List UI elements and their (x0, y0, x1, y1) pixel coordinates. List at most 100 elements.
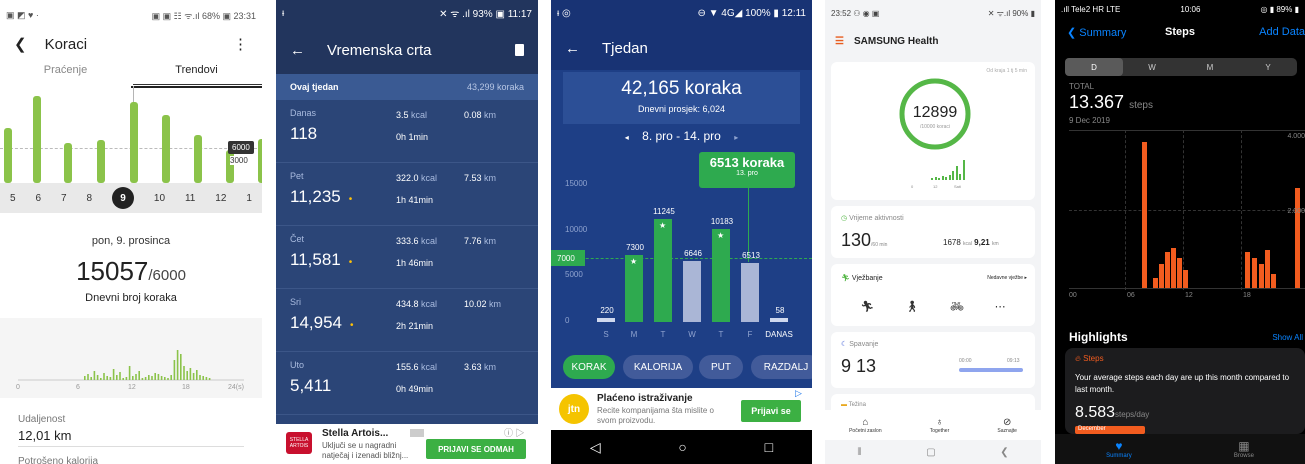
next-week-icon[interactable]: ▸ (734, 133, 738, 142)
day-8[interactable]: 8 (86, 193, 92, 204)
day-kcal: 322.0 kcal (396, 173, 438, 183)
hourly-bar (189, 368, 192, 380)
ad-choices-icon[interactable]: ▷ (795, 388, 802, 399)
trash-icon[interactable] (515, 44, 524, 56)
more-icon[interactable]: ⋯ (995, 300, 1006, 313)
ad-banner[interactable]: jtn Plaćeno istraživanje Recite kompanij… (551, 388, 812, 430)
day-row[interactable]: Uto 5,411 155.6 kcal 0h 49min 3.63 km (276, 352, 538, 415)
prev-week-icon[interactable]: ◂ (625, 133, 629, 142)
sleep-card[interactable]: ☾ Spavanje 9 13 00:00 09:13 (831, 332, 1035, 388)
tab-kalorija[interactable]: KALORIJA (623, 355, 693, 379)
day-row[interactable]: Čet 11,581 • 333.6 kcal 1h 46min 7.76 km (276, 226, 538, 289)
hourly-bar (167, 378, 169, 380)
seg-week[interactable]: W (1123, 58, 1181, 76)
day-bar[interactable] (97, 140, 105, 183)
tab-put[interactable]: PUT (699, 355, 743, 379)
tab-summary[interactable]: ♥ Summary (1106, 439, 1132, 459)
hour-bar[interactable] (1171, 248, 1176, 288)
nav-together[interactable]: ♁ Together (930, 417, 949, 434)
hour-bar[interactable] (1183, 270, 1188, 288)
exercise-card[interactable]: 🏃︎ Vježbanje Nedavne vježbe ▸ 🏃︎ 🚶︎ 🚲︎ ⋯ (831, 264, 1035, 326)
hour-bar[interactable] (1153, 278, 1158, 288)
nav-back-icon[interactable]: ◁ (590, 439, 601, 456)
bar-value: 10183 (710, 216, 734, 226)
bottom-nav: ⌂ Početni zaslon ♁ Together ⊘ Saznajte (825, 410, 1041, 440)
tab-korak[interactable]: KORAK (563, 355, 615, 379)
nav-discover[interactable]: ⊘ Saznajte (997, 417, 1016, 434)
seg-month[interactable]: M (1181, 58, 1239, 76)
steps-card[interactable]: Od kraja 1 tj 5 min 12899 /10000 koraci … (831, 62, 1035, 200)
hour-bar[interactable] (1265, 250, 1270, 288)
day-bar[interactable] (226, 150, 234, 183)
day-bar[interactable] (770, 318, 788, 322)
add-data-button[interactable]: Add Data (1259, 26, 1305, 38)
ad-cta-button[interactable]: Prijavi se (741, 400, 801, 422)
day-6[interactable]: 6 (35, 193, 41, 204)
menu-icon[interactable]: ☰ (835, 36, 844, 47)
hour-bar[interactable] (1165, 252, 1170, 288)
nav-recents-icon[interactable]: □ (765, 439, 773, 455)
hourly-bar (103, 373, 105, 380)
show-all-link[interactable]: Show All (1272, 333, 1303, 342)
day-10[interactable]: 10 (154, 193, 165, 204)
bar-value: 58 (775, 306, 785, 315)
cycling-icon[interactable]: 🚲︎ (950, 300, 964, 313)
highlight-card[interactable]: 🔥︎ Steps Your average steps each day are… (1065, 348, 1305, 434)
running-icon[interactable]: 🏃︎ (860, 300, 874, 313)
hourly-bar (100, 378, 102, 380)
day-row[interactable]: Pet 11,235 • 322.0 kcal 1h 41min 7.53 km (276, 163, 538, 226)
ad-info-icon[interactable]: ⓘ ▷ (504, 426, 525, 439)
day-bar[interactable] (654, 219, 672, 322)
hour-bar[interactable] (1159, 264, 1164, 288)
walking-icon[interactable]: 🚶︎ (905, 300, 919, 313)
day-bar[interactable] (33, 96, 41, 183)
recent-exercises-link[interactable]: Nedavne vježbe ▸ (987, 275, 1027, 281)
more-menu-icon[interactable]: ⋮ (233, 35, 248, 53)
seg-year[interactable]: Y (1239, 58, 1297, 76)
seg-day[interactable]: D (1065, 58, 1123, 76)
back-arrow-icon[interactable]: ❮ (14, 35, 27, 53)
day-5[interactable]: 5 (10, 193, 16, 204)
status-bar: 23:52 ⚇ ◉ ▣ ✕ ᯤ.ıl 90% ▮ (825, 0, 1041, 26)
day-bar[interactable] (258, 139, 262, 183)
day-13[interactable]: 1 (246, 193, 252, 204)
hour-bar[interactable] (1295, 188, 1300, 288)
day-7[interactable]: 7 (61, 193, 67, 204)
day-row[interactable]: Danas 118 3.5 kcal 0h 1min 0.08 km (276, 100, 538, 163)
ad-cta-button[interactable]: PRIJAVI SE ODMAH (426, 439, 526, 459)
tab-browse[interactable]: ▦ Browse (1234, 439, 1254, 459)
day-bar[interactable] (741, 262, 759, 322)
day-bar[interactable] (64, 143, 72, 183)
day-time: 0h 1min (396, 132, 429, 142)
back-arrow-icon[interactable]: ← (290, 42, 305, 59)
day-bar[interactable] (597, 318, 615, 322)
nav-back-icon[interactable]: ❮ (1000, 447, 1008, 458)
back-arrow-icon[interactable]: ← (565, 40, 580, 57)
day-bar[interactable] (130, 102, 138, 183)
nav-home[interactable]: ⌂ Početni zaslon (849, 417, 882, 434)
hour-bar[interactable] (1142, 142, 1147, 288)
day-9-selected[interactable]: 9 (111, 187, 134, 209)
nav-recents-icon[interactable]: ⦀ (857, 447, 861, 458)
hour-bar[interactable] (1245, 252, 1250, 288)
day-bar[interactable] (194, 135, 202, 183)
day-row[interactable]: Sri 14,954 • 434.8 kcal 2h 21min 10.02 km (276, 289, 538, 352)
nav-home-icon[interactable]: ○ (678, 439, 686, 455)
hour-bar[interactable] (1177, 258, 1182, 288)
day-bar[interactable] (683, 261, 701, 322)
hour-bar[interactable] (1271, 274, 1276, 288)
hour-bar[interactable] (1259, 264, 1264, 288)
day-12[interactable]: 12 (215, 193, 226, 204)
hour-bar[interactable] (1252, 258, 1257, 288)
tab-pracenje[interactable]: Praćenje (0, 64, 131, 88)
tab-razdaljina[interactable]: RAZDALJ (751, 355, 812, 379)
day-bar[interactable] (4, 128, 12, 183)
nav-home-icon[interactable]: ▢ (926, 447, 935, 458)
highlight-number: 8.583 (1075, 404, 1116, 421)
day-bar[interactable] (162, 115, 170, 183)
active-time-card[interactable]: ◷ Vrijeme aktivnosti 130/60 min 1678 kca… (831, 206, 1035, 258)
day-bar[interactable] (712, 228, 730, 322)
day-11[interactable]: 11 (185, 193, 195, 204)
weight-label: ▬ Težina (841, 402, 866, 408)
ad-banner[interactable]: STELLA ARTOIS Stella Artois... Uključi s… (276, 424, 538, 464)
